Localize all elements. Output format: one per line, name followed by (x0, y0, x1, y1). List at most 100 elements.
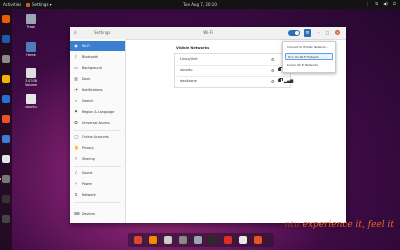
dock-files-icon[interactable] (2, 55, 10, 63)
settings-window: ⌕ Settings Wi-Fi ≡ – □ × ◉ Wi-Fi ᛒ Bluetoo… (70, 27, 346, 223)
power-icon: ⚡ (74, 181, 78, 186)
sidebar-item-label: Online Accounts (82, 135, 109, 139)
sidebar-item-universal-access[interactable]: ✪ Universal Access (70, 118, 125, 128)
wifi-signal-icon: ▂▄▆ (284, 78, 294, 83)
taskbar-settings-icon[interactable] (254, 236, 262, 244)
dock-software-icon[interactable] (2, 115, 10, 123)
file-icon (26, 94, 36, 104)
dock-help-icon[interactable] (2, 135, 10, 143)
close-button[interactable]: × (335, 30, 340, 35)
sidebar-item-sound[interactable]: ♪ Sound (70, 168, 125, 178)
background-icon: ▭ (74, 65, 78, 70)
taskbar-vlc-icon[interactable] (149, 236, 157, 244)
dock-settings-icon[interactable] (0, 175, 10, 183)
network-list: Linux/Unit ⚙ ▂▄▆ ubuntu ⚙ ▂▄▆ devilzone … (174, 53, 294, 88)
dock-thunderbird-icon[interactable] (2, 35, 10, 43)
devices-icon: ⌨ (74, 211, 80, 216)
taskbar (128, 233, 274, 247)
sidebar-item-label: Network (82, 193, 96, 197)
sidebar-item-privacy[interactable]: ✋ Privacy (70, 143, 125, 153)
sidebar-item-bluetooth[interactable]: ᛒ Bluetooth (70, 52, 125, 62)
power-icon[interactable]: ⏻ (392, 1, 397, 6)
taskbar-pdf-icon[interactable] (224, 236, 232, 244)
dock-icon: ▥ (74, 76, 78, 81)
brand-prefix: ntu (284, 220, 300, 230)
bluetooth-icon: ᛒ (74, 54, 78, 59)
privacy-icon: ✋ (74, 145, 79, 150)
sidebar-divider (74, 130, 121, 131)
dock-libreoffice-writer-icon[interactable] (2, 95, 10, 103)
network-name: ubuntu (180, 68, 193, 72)
dock-amazon-icon[interactable] (2, 155, 10, 163)
desktop-icon-ubuntu[interactable]: ubuntu (20, 94, 42, 109)
gear-icon[interactable]: ⚙ (271, 79, 275, 84)
menu-icon[interactable]: ⋮ (365, 1, 370, 6)
taskbar-disks-icon[interactable] (194, 236, 202, 244)
dock-rhythmbox-icon[interactable] (2, 75, 10, 83)
sharing-icon: ⇪ (74, 156, 78, 161)
sidebar-item-online-accounts[interactable]: ◯ Online Accounts (70, 132, 125, 142)
network-icon: ⇅ (74, 192, 78, 197)
sidebar-item-dock[interactable]: ▥ Dock (70, 74, 125, 84)
search-icon: ⌕ (74, 98, 78, 103)
volume-icon[interactable]: ◀) (383, 1, 388, 6)
desktop-icon-label: 3.07GB Volume (25, 79, 37, 87)
sidebar-item-label: Region & Language (82, 110, 115, 114)
brand-tagline: experience it, feel it (302, 220, 394, 230)
network-name: devilzone (180, 79, 197, 83)
clock[interactable]: Tue Aug 7, 20:10 (0, 2, 400, 7)
desktop-icon-label: Home (26, 53, 36, 57)
menu-item-wifi-hotspot[interactable]: Turn On Wi-Fi Hotspot... (285, 53, 333, 60)
sidebar-item-wifi[interactable]: ◉ Wi-Fi (70, 41, 125, 51)
network-icon[interactable]: ⇅ (374, 1, 379, 6)
wifi-options-menu: Connect to Hidden Network... Turn On Wi-… (282, 41, 336, 73)
visible-networks-heading: Visible Networks (176, 46, 210, 50)
trash-icon (26, 14, 36, 24)
dock-firefox-icon[interactable] (2, 15, 10, 23)
sidebar-item-sharing[interactable]: ⇪ Sharing (70, 154, 125, 164)
sidebar-item-power[interactable]: ⚡ Power (70, 179, 125, 189)
online-accounts-icon: ◯ (74, 134, 79, 139)
desktop-icon-trash[interactable]: Trash (20, 14, 42, 29)
sidebar-item-label: Bluetooth (82, 55, 99, 59)
gear-icon[interactable]: ⚙ (271, 68, 275, 73)
sidebar-item-region-language[interactable]: ⚑ Region & Language (70, 107, 125, 117)
sidebar-item-devices[interactable]: ⌨ Devices (70, 209, 125, 219)
sidebar-item-label: Privacy (82, 146, 94, 150)
desktop-icon-volume[interactable]: 3.07GB Volume (20, 68, 42, 87)
top-bar: Activities Settings ▾ Tue Aug 7, 20:10 ⋮… (0, 0, 400, 9)
hamburger-menu-icon[interactable]: ≡ (304, 29, 311, 37)
maximize-button[interactable]: □ (325, 30, 330, 35)
desktop-icon-home[interactable]: Home (20, 42, 42, 57)
sound-icon: ♪ (74, 170, 78, 175)
sidebar-item-label: Universal Access (82, 121, 110, 125)
wifi-icon: ◉ (74, 43, 78, 48)
sidebar-item-search[interactable]: ⌕ Search (70, 96, 125, 106)
lock-icon (278, 66, 283, 71)
sidebar-item-label: Power (82, 182, 92, 186)
taskbar-files-icon[interactable] (179, 236, 187, 244)
system-tray[interactable]: ⋮ ⇅ ◀) ⏻ (365, 1, 397, 6)
sidebar-item-network[interactable]: ⇅ Network (70, 190, 125, 200)
menu-item-known-networks[interactable]: Known Wi-Fi Networks (285, 62, 333, 69)
sidebar-item-background[interactable]: ▭ Background (70, 63, 125, 73)
network-row[interactable]: devilzone ⚙ ▂▄▆ (175, 76, 294, 87)
sidebar-divider (74, 166, 121, 167)
sidebar-item-label: Background (82, 66, 102, 70)
dock-terminal-icon[interactable] (2, 195, 10, 203)
sidebar-item-notifications[interactable]: ◔ Notifications (70, 85, 125, 95)
wifi-toggle[interactable] (288, 30, 300, 36)
taskbar-scissors-icon[interactable] (164, 236, 172, 244)
notifications-icon: ◔ (74, 87, 78, 92)
desktop-icon-label: ubuntu (25, 105, 37, 109)
minimize-button[interactable]: – (316, 30, 321, 35)
taskbar-terminal-icon[interactable] (209, 236, 217, 244)
taskbar-mail-icon[interactable] (239, 236, 247, 244)
menu-item-connect-hidden[interactable]: Connect to Hidden Network... (285, 44, 333, 51)
taskbar-chrome-icon[interactable] (134, 236, 142, 244)
dock (0, 9, 12, 250)
gear-icon[interactable]: ⚙ (271, 57, 275, 62)
accessibility-icon: ✪ (74, 120, 78, 125)
dock-apps-icon[interactable] (2, 215, 10, 223)
sidebar-item-label: Notifications (82, 88, 103, 92)
